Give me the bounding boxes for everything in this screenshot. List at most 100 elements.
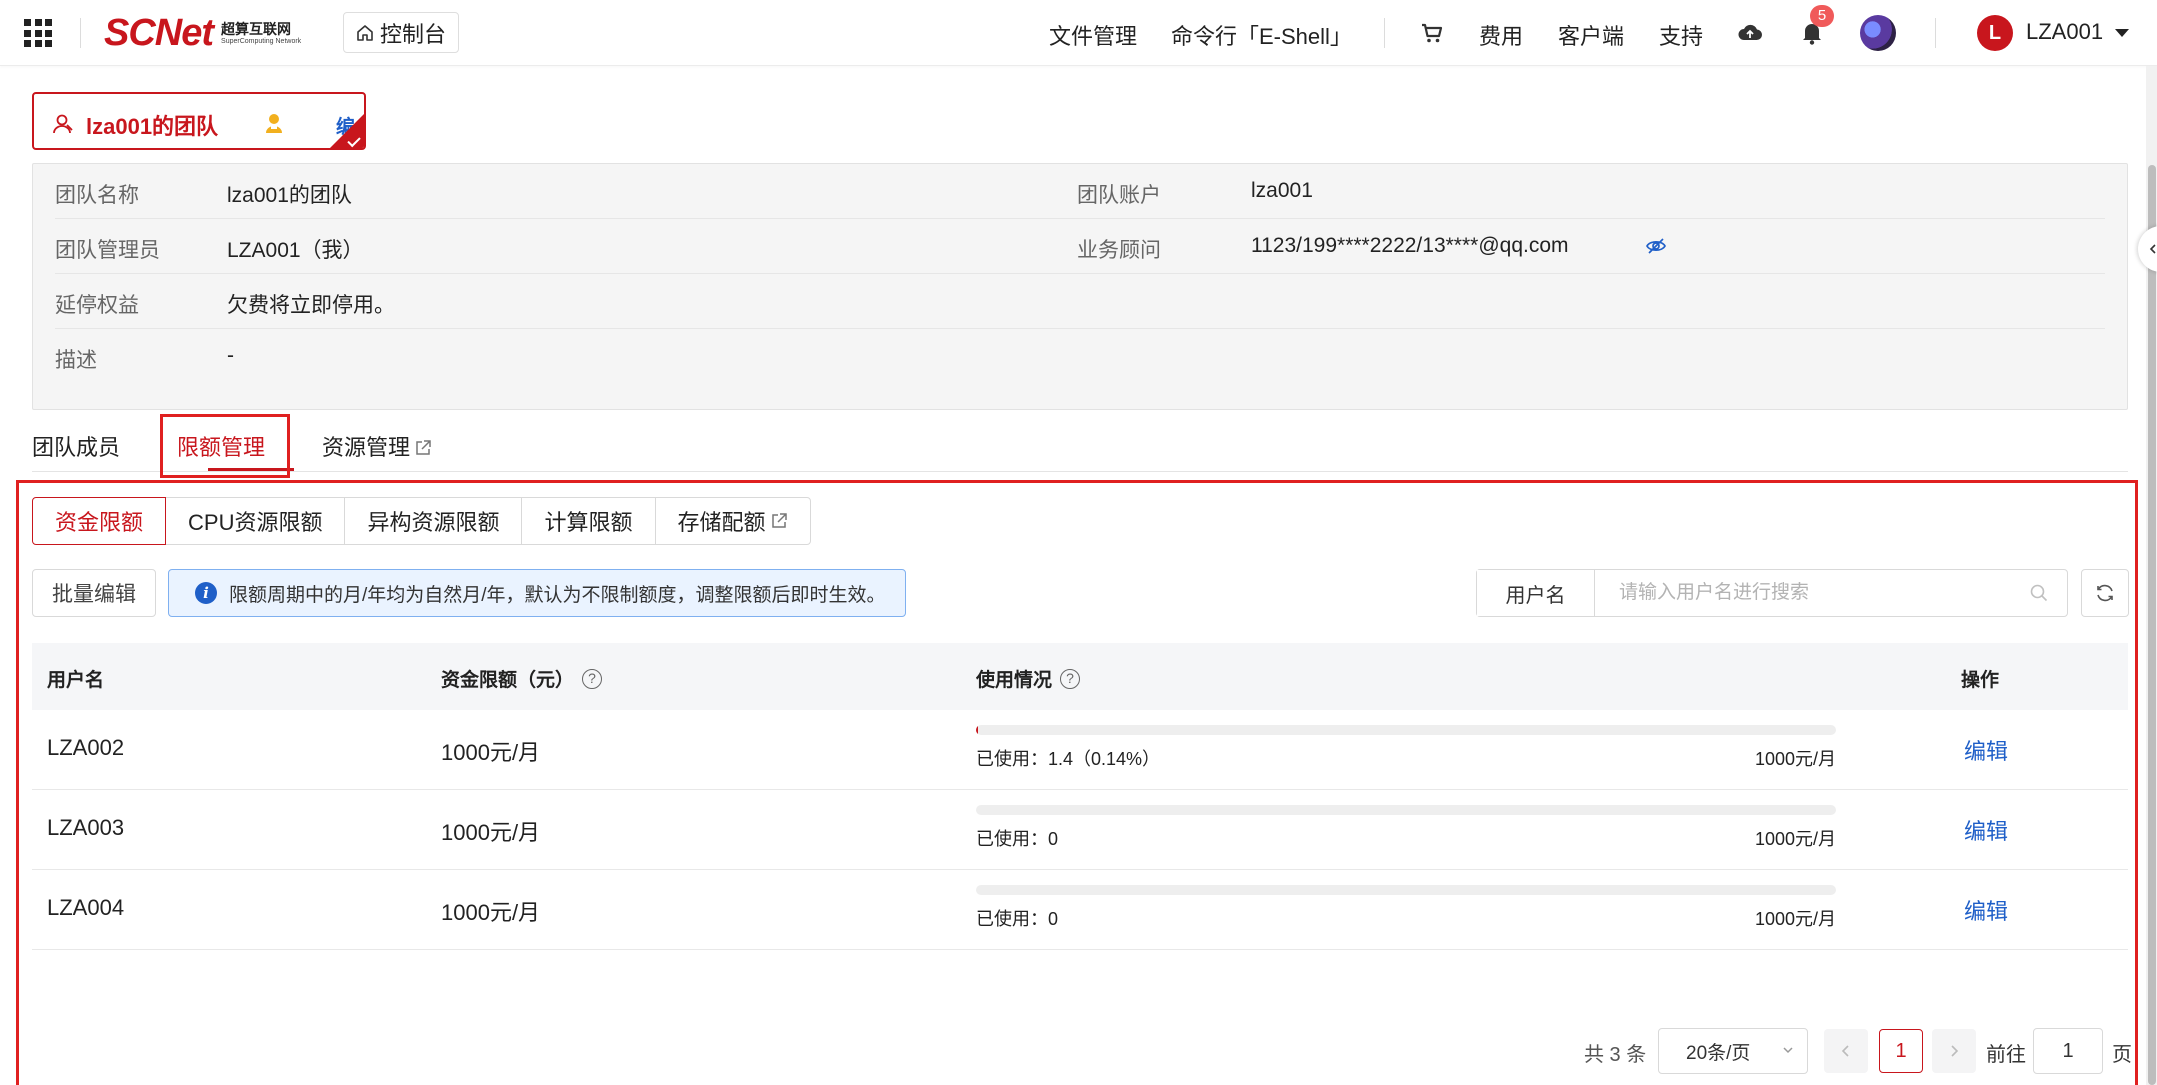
user-search-group: 用户名 [1476, 569, 2068, 617]
row-fund-limit: 1000元/月 [441, 820, 541, 845]
nav-eshell[interactable]: 命令行「E-Shell」 [1171, 19, 1352, 51]
row-username: LZA002 [47, 735, 125, 760]
usage-cell: 已使用：0 1000元/月 [976, 805, 1836, 855]
caret-down-icon[interactable] [2115, 29, 2129, 37]
subtab-heterogeneous-limit[interactable]: 异构资源限额 [344, 497, 523, 545]
table-row: LZA003 1000元/月 已使用：0 1000元/月 编辑 [32, 790, 2128, 870]
page-size-value: 20条/页 [1686, 1042, 1751, 1064]
suspension-label: 延停权益 [55, 294, 139, 317]
app-grid-icon[interactable] [24, 19, 52, 47]
header-usage-label: 使用情况 [976, 670, 1053, 691]
next-page-button[interactable] [1932, 1029, 1976, 1073]
tab-resource-management[interactable]: 资源管理 [322, 430, 432, 462]
header-usage: 使用情况? [976, 665, 1081, 692]
usage-progress-fill [976, 725, 978, 735]
tab-team-members[interactable]: 团队成员 [32, 430, 120, 462]
subtab-storage-label: 存储配额 [677, 510, 766, 535]
header-fund-limit-label: 资金限额（元） [441, 670, 575, 691]
divider [80, 18, 81, 48]
team-admin-label: 团队管理员 [55, 239, 160, 262]
row-username: LZA004 [47, 895, 125, 920]
home-icon [357, 24, 373, 41]
console-label: 控制台 [380, 21, 447, 47]
usage-progress-bar [976, 725, 1836, 735]
notification-badge: 5 [1810, 5, 1834, 27]
scrollbar-thumb[interactable] [2148, 165, 2156, 1085]
nav-support[interactable]: 支持 [1659, 19, 1703, 51]
team-account-label: 团队账户 [1077, 184, 1161, 207]
business-advisor-label: 业务顾问 [1077, 239, 1161, 262]
logo-en-text: SuperComputing Network [221, 37, 302, 45]
subtab-storage-quota[interactable]: 存储配额 [654, 497, 811, 545]
description-value: - [227, 344, 234, 367]
username-search-input[interactable] [1595, 570, 2067, 616]
info-row-suspension: 延停权益 欠费将立即停用。 [55, 274, 2105, 329]
prev-page-button[interactable] [1824, 1029, 1868, 1073]
header-fund-limit: 资金限额（元）? [441, 665, 603, 692]
eye-hidden-icon[interactable] [1645, 235, 1667, 257]
table-row: LZA002 1000元/月 已使用：1.4（0.14%） 1000元/月 编辑 [32, 710, 2128, 790]
scnet-logo[interactable]: SCNet 超算互联网 SuperComputing Network [104, 10, 301, 56]
user-avatar[interactable]: L [1977, 15, 2013, 51]
admin-badge-icon [266, 114, 282, 133]
info-icon: i [195, 582, 217, 604]
help-icon[interactable]: ? [1060, 668, 1081, 689]
header-action: 操作 [1961, 665, 1999, 692]
usage-used-text: 已使用：0 [976, 829, 1059, 849]
tab-highlight-box [160, 414, 290, 478]
team-account-value: lza001 [1251, 179, 1313, 202]
page-size-select[interactable]: 20条/页 [1658, 1028, 1808, 1074]
description-label: 描述 [55, 349, 97, 372]
team-info-panel: 团队名称 lza001的团队 团队账户 lza001 团队管理员 LZA001（… [32, 163, 2128, 410]
page-number-current[interactable]: 1 [1879, 1029, 1923, 1073]
top-navigation-bar: SCNet 超算互联网 SuperComputing Network 控制台 文… [0, 0, 2157, 66]
team-user-icon [53, 114, 73, 134]
help-icon[interactable]: ? [582, 668, 603, 689]
row-edit-link[interactable]: 编辑 [1964, 734, 2008, 766]
usage-used-text: 已使用：1.4（0.14%） [976, 749, 1161, 769]
team-chip-name: lza001的团队 [86, 114, 219, 139]
nav-billing[interactable]: 费用 [1479, 19, 1523, 51]
usage-max-text: 1000元/月 [1754, 829, 1836, 849]
nav-file-management[interactable]: 文件管理 [1049, 19, 1137, 51]
console-button[interactable]: 控制台 [343, 12, 460, 53]
subtab-cpu-limit[interactable]: CPU资源限额 [165, 497, 346, 545]
batch-edit-button[interactable]: 批量编辑 [32, 569, 156, 617]
search-icon[interactable] [2029, 583, 2049, 603]
usage-max-text: 1000元/月 [1754, 909, 1836, 929]
chevron-left-icon [2149, 244, 2156, 254]
team-admin-value: LZA001（我） [227, 239, 364, 262]
row-edit-link[interactable]: 编辑 [1964, 814, 2008, 846]
notice-text: 限额周期中的月/年均为自然月/年，默认为不限制额度，调整限额后即时生效。 [229, 584, 886, 606]
search-field-label[interactable]: 用户名 [1477, 570, 1595, 616]
business-advisor-value: 1123/199****2222/13****@qq.com [1251, 234, 1569, 257]
cloud-upload-icon[interactable] [1737, 20, 1763, 46]
usage-used-text: 已使用：0 [976, 909, 1059, 929]
fund-limit-table: 用户名 资金限额（元）? 使用情况? 操作 LZA002 1000元/月 已使用… [32, 643, 2128, 950]
usage-cell: 已使用：0 1000元/月 [976, 885, 1836, 935]
usage-cell: 已使用：1.4（0.14%） 1000元/月 [976, 725, 1836, 775]
team-selector-chip[interactable]: lza001的团队 编辑 [32, 92, 366, 150]
table-header: 用户名 资金限额（元）? 使用情况? 操作 [32, 643, 2128, 710]
row-fund-limit: 1000元/月 [441, 740, 541, 765]
row-username: LZA003 [47, 815, 125, 840]
goto-label: 前往 [1986, 1044, 2026, 1066]
goto-page-input[interactable] [2033, 1028, 2103, 1074]
row-edit-link[interactable]: 编辑 [1964, 894, 2008, 926]
cart-icon[interactable] [1419, 20, 1445, 46]
subtab-compute-limit[interactable]: 计算限额 [521, 497, 656, 545]
logo-cn-text: 超算互联网 [221, 20, 292, 37]
info-row-description: 描述 - [55, 329, 2105, 384]
subtab-fund-limit[interactable]: 资金限额 [32, 497, 167, 545]
usage-progress-bar [976, 885, 1836, 895]
header-username: 用户名 [47, 665, 104, 692]
logo-subtitle: 超算互联网 SuperComputing Network [221, 22, 301, 45]
refresh-button[interactable] [2081, 569, 2129, 617]
nav-client[interactable]: 客户端 [1558, 19, 1624, 51]
user-name-menu[interactable]: LZA001 [2026, 19, 2103, 45]
assistant-avatar-icon[interactable] [1860, 15, 1896, 51]
side-panel-toggle[interactable] [2138, 226, 2157, 272]
main-tabs: 团队成员 限额管理 资源管理 [32, 416, 2128, 472]
row-fund-limit: 1000元/月 [441, 900, 541, 925]
usage-max-text: 1000元/月 [1754, 749, 1836, 769]
